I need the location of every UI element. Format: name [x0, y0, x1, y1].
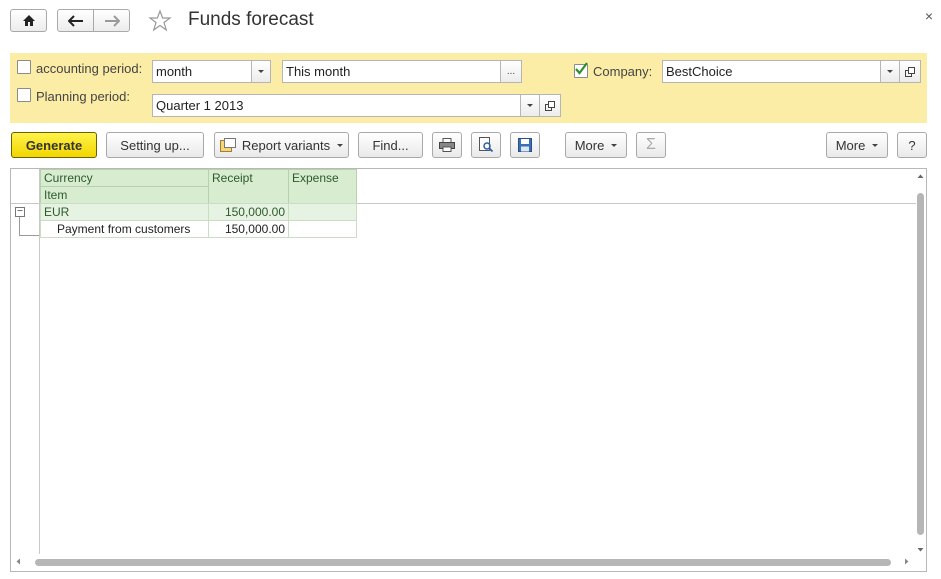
row-payment-receipt: 150,000.00 — [208, 220, 289, 238]
company-field[interactable]: BestChoice — [662, 60, 881, 83]
report-area: Currency Item Receipt Expense − EUR 150,… — [10, 168, 927, 572]
star-icon — [148, 9, 172, 32]
accounting-period-checkbox[interactable] — [17, 60, 31, 74]
planning-period-dropdown[interactable] — [520, 94, 540, 117]
scroll-down-icon — [917, 548, 924, 552]
row-payment-name: Payment from customers — [40, 220, 209, 238]
report-variants-icon — [219, 138, 236, 152]
arrow-right-icon — [104, 14, 120, 27]
vertical-scrollbar[interactable] — [916, 173, 925, 555]
report-variants-label: Report variants — [241, 137, 331, 153]
print-preview-icon — [479, 137, 494, 153]
planning-period-label: Planning period: — [36, 89, 130, 104]
arrow-left-icon — [67, 14, 83, 27]
home-button[interactable] — [10, 9, 47, 32]
col-header-expense: Expense — [288, 169, 357, 204]
page-title: Funds forecast — [188, 9, 314, 30]
preview-button[interactable] — [471, 132, 501, 158]
back-button[interactable] — [57, 9, 94, 32]
print-button[interactable] — [432, 132, 462, 158]
planning-period-checkbox[interactable] — [17, 88, 31, 102]
company-dropdown[interactable] — [880, 60, 900, 83]
favorite-button[interactable] — [148, 9, 174, 33]
more-label: More — [835, 137, 866, 153]
more-label: More — [574, 137, 605, 153]
filter-panel: accounting period: month This month ... … — [10, 53, 927, 123]
home-icon — [22, 15, 35, 26]
row-eur-name: EUR — [40, 203, 209, 221]
chevron-down-icon — [258, 70, 264, 73]
accounting-period-value-field[interactable]: This month — [282, 60, 501, 83]
company-open-button[interactable] — [899, 60, 921, 83]
more-button-right[interactable]: More — [826, 132, 888, 158]
chevron-down-icon — [337, 143, 344, 147]
open-icon — [545, 100, 555, 111]
horizontal-scrollbar[interactable] — [15, 557, 925, 567]
printer-icon — [439, 138, 455, 152]
check-icon — [575, 62, 588, 75]
scroll-left-icon — [16, 558, 20, 565]
save-icon — [518, 138, 532, 152]
find-button[interactable]: Find... — [358, 132, 423, 158]
row-eur-receipt: 150,000.00 — [208, 203, 289, 221]
generate-button[interactable]: Generate — [11, 132, 97, 158]
horizontal-scroll-thumb[interactable] — [35, 559, 891, 566]
open-icon — [905, 66, 915, 77]
collapse-toggle[interactable]: − — [15, 207, 25, 217]
close-icon[interactable]: × — [925, 8, 933, 24]
planning-period-open-button[interactable] — [539, 94, 561, 117]
chevron-down-icon — [872, 143, 879, 147]
company-label: Company: — [593, 64, 653, 79]
company-checkbox[interactable] — [574, 62, 588, 78]
accounting-period-label: accounting period: — [36, 61, 143, 76]
help-button[interactable]: ? — [897, 132, 927, 158]
tree-connector — [19, 217, 20, 236]
vertical-scroll-thumb[interactable] — [917, 193, 924, 535]
report-variants-button[interactable]: Report variants — [214, 132, 349, 158]
tree-connector — [19, 235, 39, 236]
scroll-right-icon — [905, 558, 909, 565]
forward-button[interactable] — [93, 9, 130, 32]
col-header-item: Item — [40, 186, 209, 204]
accounting-period-unit-dropdown[interactable] — [251, 60, 271, 83]
more-button-left[interactable]: More — [565, 132, 627, 158]
sum-button[interactable]: Σ — [636, 132, 666, 158]
minus-icon: − — [17, 206, 23, 217]
chevron-down-icon — [527, 104, 533, 107]
scroll-up-icon — [917, 174, 924, 178]
planning-period-field[interactable]: Quarter 1 2013 — [152, 94, 521, 117]
chevron-down-icon — [611, 143, 618, 147]
accounting-period-select-button[interactable]: ... — [500, 60, 522, 83]
col-header-receipt: Receipt — [208, 169, 289, 204]
setting-up-button[interactable]: Setting up... — [106, 132, 204, 158]
accounting-period-unit-field[interactable]: month — [152, 60, 252, 83]
row-eur-expense — [288, 203, 357, 221]
col-header-currency: Currency — [40, 169, 209, 187]
chevron-down-icon — [887, 70, 893, 73]
row-payment-expense — [288, 220, 357, 238]
save-button[interactable] — [510, 132, 540, 158]
